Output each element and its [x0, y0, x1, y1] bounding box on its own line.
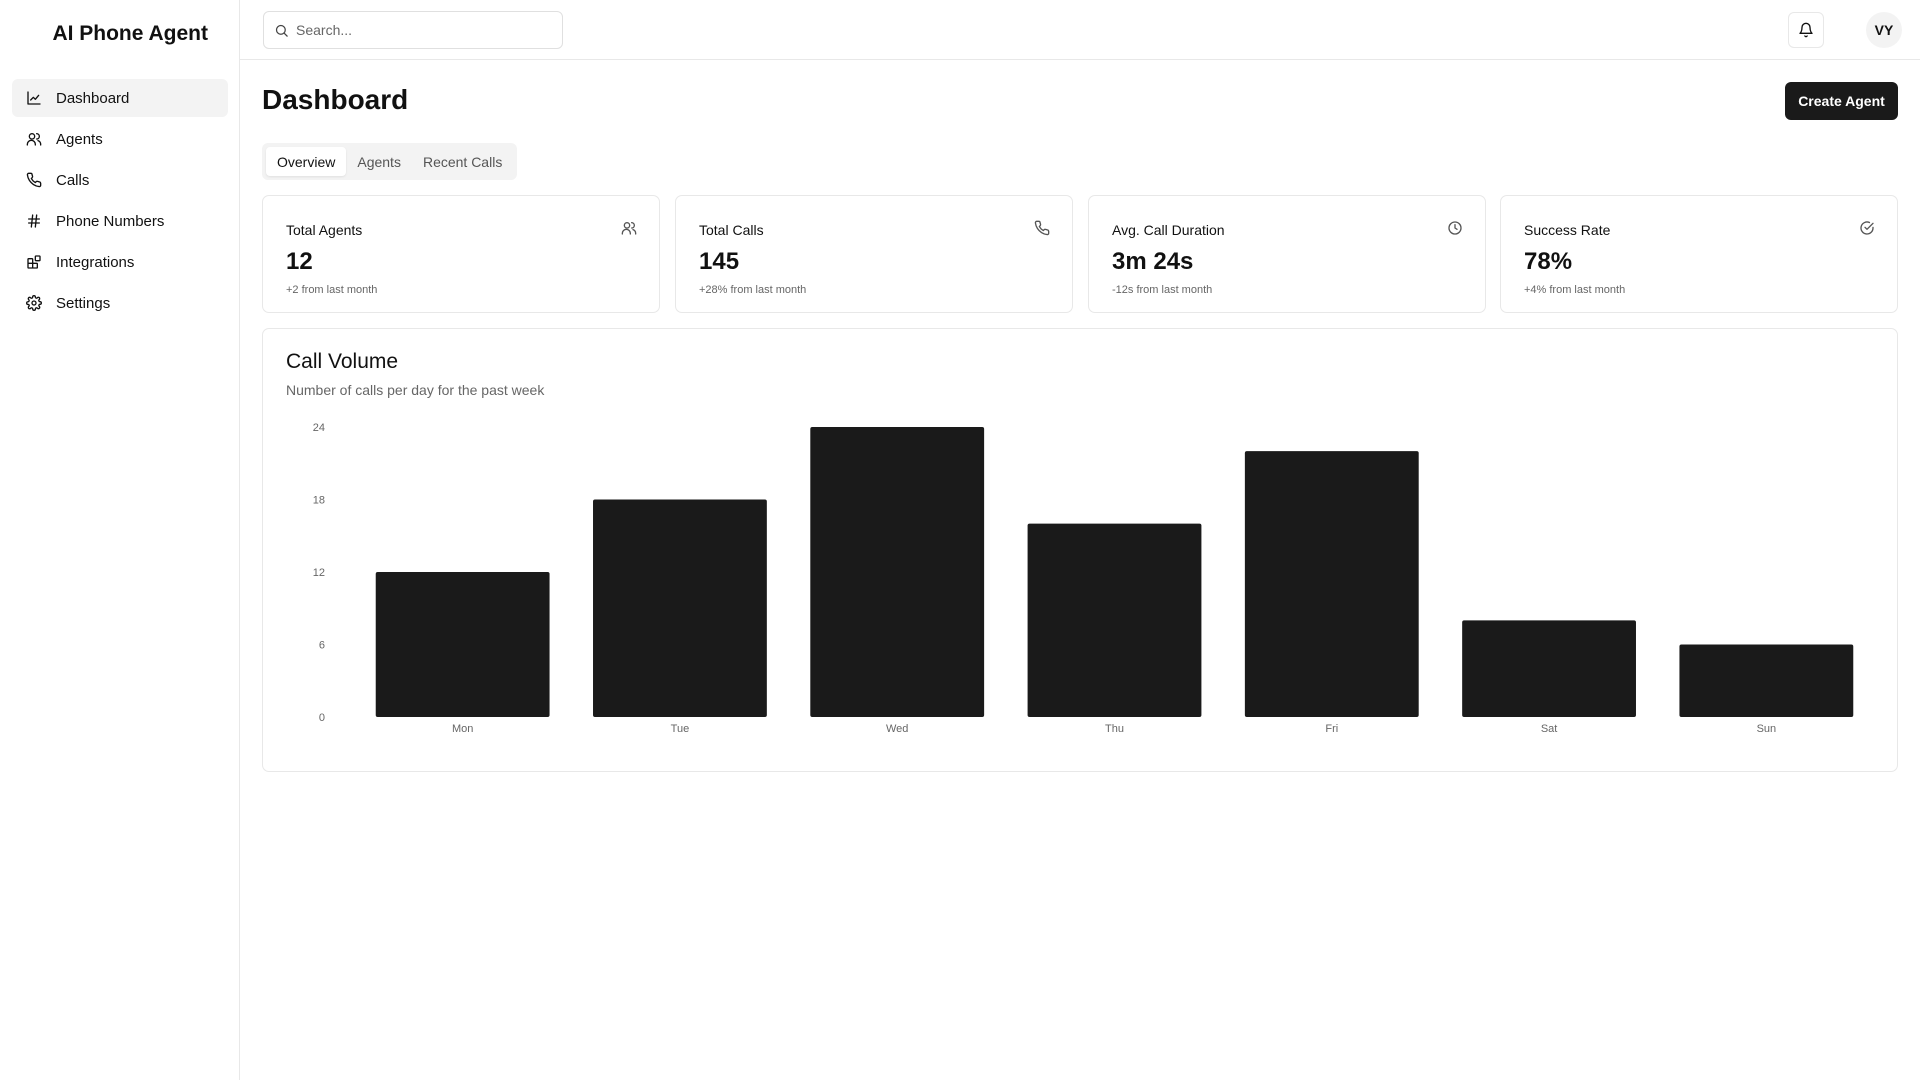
y-tick-label: 12: [313, 567, 325, 579]
sidebar-item-label: Phone Numbers: [56, 212, 165, 230]
stat-change: +2 from last month: [286, 284, 378, 296]
sidebar-item-dashboard[interactable]: Dashboard: [12, 79, 228, 117]
check-circle-icon: [1860, 221, 1874, 235]
sidebar-item-agents[interactable]: Agents: [12, 120, 228, 158]
stat-card-avg-call-duration: Avg. Call Duration 3m 24s -12s from last…: [1088, 195, 1486, 313]
x-tick-label: Wed: [886, 723, 908, 735]
sidebar-item-label: Integrations: [56, 253, 135, 271]
search-box: [263, 11, 563, 49]
sidebar-item-label: Settings: [56, 294, 111, 312]
bar-thu[interactable]: [1027, 523, 1202, 717]
stat-change: +4% from last month: [1524, 284, 1626, 296]
chart-line-icon: [27, 91, 41, 105]
x-tick-label: Fri: [1325, 723, 1338, 735]
clock-icon: [1448, 221, 1462, 235]
sidebar-item-label: Agents: [56, 130, 103, 148]
users-icon: [26, 133, 42, 146]
gear-icon: [26, 295, 42, 311]
y-tick-label: 0: [319, 712, 325, 724]
y-tick-label: 6: [319, 640, 325, 652]
x-tick-label: Tue: [671, 723, 690, 735]
x-tick-label: Sat: [1541, 723, 1558, 735]
blocks-icon: [27, 255, 41, 269]
sidebar-item-phone-numbers[interactable]: Phone Numbers: [12, 202, 228, 240]
bell-icon: [1799, 22, 1813, 38]
page-title: Dashboard: [262, 84, 409, 115]
bar-tue[interactable]: [593, 499, 767, 718]
stat-card-total-calls: Total Calls 145 +28% from last month: [675, 195, 1073, 313]
bar-sun[interactable]: [1679, 644, 1854, 718]
x-tick-label: Mon: [452, 723, 473, 735]
phone-icon: [1034, 220, 1050, 236]
sidebar-item-settings[interactable]: Settings: [12, 284, 228, 322]
tab-agents[interactable]: Agents: [346, 147, 412, 176]
tab-recent-calls[interactable]: Recent Calls: [412, 147, 513, 176]
x-tick-label: Sun: [1757, 723, 1777, 735]
y-tick-label: 24: [313, 422, 325, 434]
stat-value: 3m 24s: [1112, 248, 1194, 275]
brand-title: AI Phone Agent: [52, 22, 208, 45]
sidebar-nav: Dashboard Agents Calls Phone Numbers Int…: [12, 79, 228, 325]
y-tick-label: 18: [313, 495, 325, 507]
stat-label: Success Rate: [1524, 222, 1611, 238]
sidebar-item-calls[interactable]: Calls: [12, 161, 228, 199]
stat-value: 78%: [1524, 248, 1573, 275]
stat-label: Total Calls: [699, 222, 764, 238]
notifications-button[interactable]: [1788, 12, 1824, 48]
tab-overview[interactable]: Overview: [266, 147, 347, 176]
sidebar-item-integrations[interactable]: Integrations: [12, 243, 228, 281]
sidebar: AI Phone Agent Dashboard Agents Calls Ph…: [0, 0, 240, 1080]
x-tick-label: Thu: [1105, 723, 1124, 735]
call-volume-card: Call Volume Number of calls per day for …: [262, 328, 1898, 772]
stat-card-success-rate: Success Rate 78% +4% from last month: [1500, 195, 1898, 313]
stat-label: Avg. Call Duration: [1112, 222, 1225, 238]
bar-mon[interactable]: [375, 572, 550, 717]
search-input[interactable]: [296, 22, 546, 38]
sidebar-item-label: Dashboard: [56, 89, 130, 107]
stat-card-total-agents: Total Agents 12 +2 from last month: [262, 195, 660, 313]
stat-value: 145: [699, 248, 740, 275]
call-volume-chart: 0 6 12 18 24 Mon Tue Wed Thu Fri Sat Sun: [313, 422, 1854, 735]
avatar[interactable]: VY: [1866, 12, 1902, 48]
bar-fri[interactable]: [1244, 451, 1419, 717]
stat-value: 12: [286, 248, 313, 275]
brand: AI Phone Agent: [0, 0, 240, 70]
tab-list: Overview Agents Recent Calls: [262, 143, 518, 180]
search-icon: [275, 24, 288, 37]
create-agent-button[interactable]: Create Agent: [1785, 82, 1898, 120]
bar-sat[interactable]: [1462, 620, 1636, 717]
hash-icon: [28, 214, 40, 228]
stat-change: +28% from last month: [699, 284, 807, 296]
sidebar-item-label: Calls: [56, 171, 90, 189]
top-header: VY: [240, 0, 1920, 60]
users-icon: [621, 222, 637, 235]
bar-wed[interactable]: [810, 427, 985, 717]
stat-label: Total Agents: [286, 222, 363, 238]
phone-icon: [26, 172, 42, 188]
stat-change: -12s from last month: [1112, 284, 1213, 296]
